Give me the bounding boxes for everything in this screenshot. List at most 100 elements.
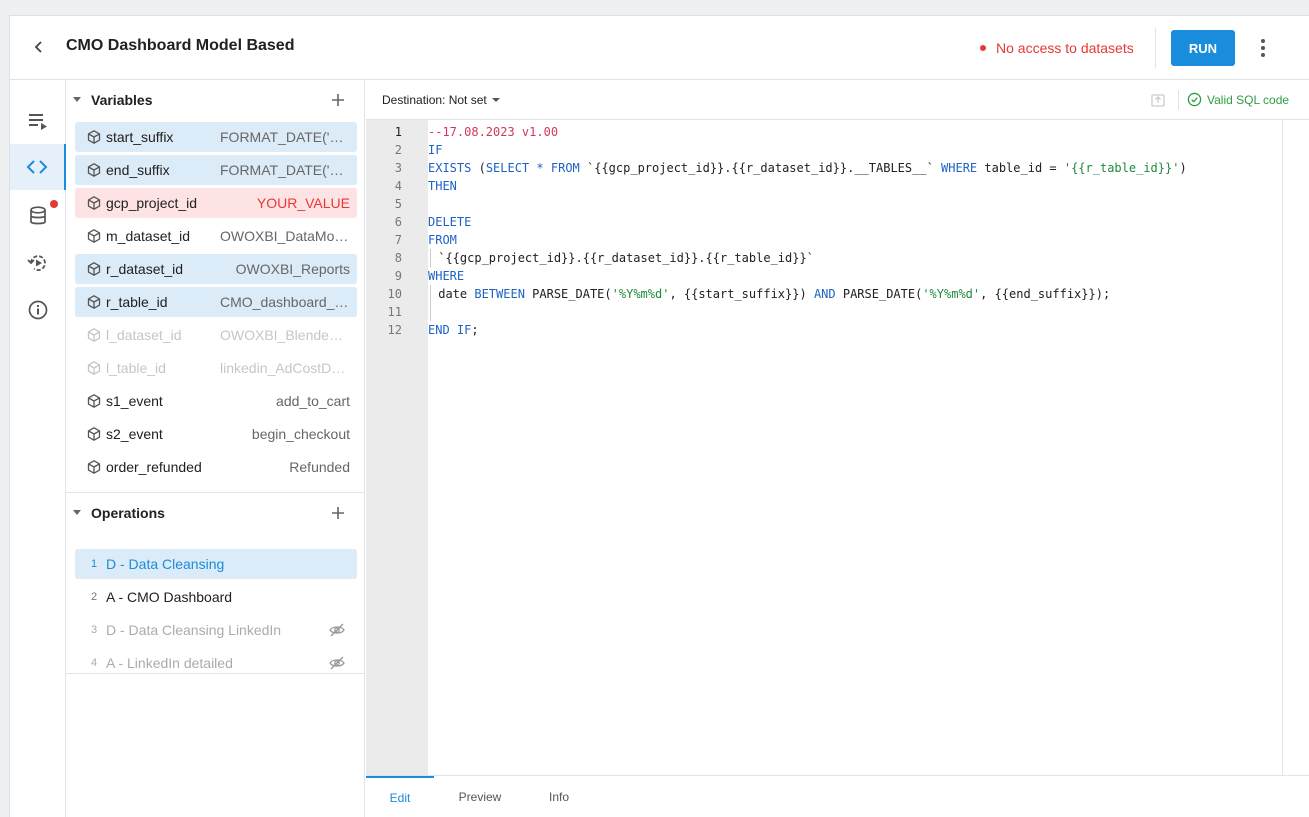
back-button[interactable] bbox=[28, 36, 50, 58]
variable-row-s2-event[interactable]: s2_event begin_checkout bbox=[75, 419, 357, 449]
tab-edit[interactable]: Edit bbox=[366, 776, 434, 817]
caret-down-icon bbox=[73, 97, 81, 102]
variable-row-l-dataset-id[interactable]: l_dataset_id OWOXBI_BlendedData bbox=[75, 320, 357, 350]
variable-name: end_suffix bbox=[106, 162, 170, 178]
operation-name: D - Data Cleansing bbox=[106, 556, 225, 572]
variable-cube-icon bbox=[87, 229, 101, 243]
add-operation-icon[interactable] bbox=[328, 503, 348, 523]
rail-item-code[interactable] bbox=[10, 144, 66, 190]
list-play-icon bbox=[29, 114, 47, 130]
line-number: 5 bbox=[394, 197, 402, 211]
operations-header[interactable]: Operations bbox=[66, 493, 364, 533]
code-line: date BETWEEN PARSE_DATE('%Y%m%d', {{star… bbox=[430, 285, 1111, 303]
code-icon bbox=[26, 160, 48, 174]
variable-row-m-dataset-id[interactable]: m_dataset_id OWOXBI_DataModel bbox=[75, 221, 357, 251]
line-number: 7 bbox=[394, 233, 402, 247]
line-number: 4 bbox=[394, 179, 402, 193]
variable-row-gcp-project-id[interactable]: gcp_project_id YOUR_VALUE bbox=[75, 188, 357, 218]
rail-item-info[interactable] bbox=[10, 287, 66, 333]
operation-row-2[interactable]: 2 A - CMO Dashboard bbox=[75, 582, 357, 612]
editor-tabs: Edit Preview Info bbox=[366, 775, 1309, 817]
variable-row-r-table-id[interactable]: r_table_id CMO_dashboard_model bbox=[75, 287, 357, 317]
section-divider bbox=[66, 673, 364, 674]
line-number: 8 bbox=[394, 251, 402, 265]
rail-item-datasets[interactable] bbox=[10, 193, 66, 239]
operation-name: D - Data Cleansing LinkedIn bbox=[106, 622, 282, 638]
variable-row-l-table-id[interactable]: l_table_id linkedin_AdCostData bbox=[75, 353, 357, 383]
page-title: CMO Dashboard Model Based bbox=[66, 37, 295, 54]
operation-name: A - CMO Dashboard bbox=[106, 589, 233, 605]
operation-row-1[interactable]: 1 D - Data Cleansing bbox=[75, 549, 357, 579]
header-divider bbox=[1155, 28, 1156, 68]
variable-name: m_dataset_id bbox=[106, 228, 191, 244]
editor-toolbar: Destination: Not set Valid SQL code bbox=[366, 80, 1309, 120]
eye-off-icon[interactable] bbox=[328, 654, 346, 672]
variable-cube-icon bbox=[87, 163, 101, 177]
line-number: 11 bbox=[387, 305, 402, 319]
variable-name: l_table_id bbox=[106, 360, 166, 376]
code-line: END IF; bbox=[428, 323, 479, 337]
destination-dropdown[interactable]: Destination: Not set bbox=[382, 93, 500, 107]
variable-value: add_to_cart bbox=[276, 393, 350, 409]
left-panel: Variables start_suffix FORMAT_DATE('%Y%m%… bbox=[66, 80, 365, 817]
variable-value: FORMAT_DATE('%Y%m%d', ... bbox=[220, 129, 350, 145]
variable-row-r-dataset-id[interactable]: r_dataset_id OWOXBI_Reports bbox=[75, 254, 357, 284]
variable-value: linkedin_AdCostData bbox=[220, 360, 350, 376]
line-number-gutter: 1 2 3 4 5 6 7 8 9 10 11 12 bbox=[366, 120, 428, 775]
header: CMO Dashboard Model Based No access to d… bbox=[10, 16, 1309, 80]
line-number: 9 bbox=[394, 269, 402, 283]
export-icon[interactable] bbox=[1150, 92, 1166, 108]
variable-value: Refunded bbox=[289, 459, 350, 475]
code-line: FROM bbox=[428, 233, 457, 247]
line-number: 1 bbox=[394, 125, 402, 139]
code-line: DELETE bbox=[428, 215, 472, 229]
variable-value: begin_checkout bbox=[251, 426, 350, 442]
datasets-alert-badge bbox=[50, 200, 58, 208]
code-line: WHERE bbox=[428, 269, 465, 283]
variable-row-start-suffix[interactable]: start_suffix FORMAT_DATE('%Y%m%d', ... bbox=[75, 122, 357, 152]
code-line: IF bbox=[428, 143, 443, 157]
more-options-icon[interactable] bbox=[1253, 36, 1273, 60]
status-dot-icon bbox=[980, 45, 986, 51]
chevron-left-icon bbox=[34, 41, 42, 53]
add-variable-icon[interactable] bbox=[328, 90, 348, 110]
variable-name: l_dataset_id bbox=[106, 327, 182, 343]
variable-row-s1-event[interactable]: s1_event add_to_cart bbox=[75, 386, 357, 416]
operation-number: 1 bbox=[91, 558, 98, 570]
variable-value: YOUR_VALUE bbox=[256, 195, 350, 211]
caret-down-icon bbox=[73, 510, 81, 515]
eye-off-icon[interactable] bbox=[328, 621, 346, 639]
variable-value: CMO_dashboard_model bbox=[220, 294, 350, 310]
variable-cube-icon bbox=[87, 361, 101, 375]
variable-cube-icon bbox=[87, 460, 101, 474]
variables-header[interactable]: Variables bbox=[66, 80, 364, 120]
sql-editor: Destination: Not set Valid SQL code 1234… bbox=[366, 80, 1309, 817]
operation-row-3[interactable]: 3 D - Data Cleansing LinkedIn bbox=[75, 615, 357, 645]
variable-row-order-refunded[interactable]: order_refunded Refunded bbox=[75, 452, 357, 482]
variable-row-end-suffix[interactable]: end_suffix FORMAT_DATE('%Y%m%d', ... bbox=[75, 155, 357, 185]
toolbar-divider bbox=[1178, 90, 1179, 110]
run-button[interactable]: RUN bbox=[1171, 30, 1235, 66]
rail-item-operations[interactable] bbox=[10, 98, 66, 144]
operation-number: 4 bbox=[91, 657, 98, 669]
code-area[interactable]: --17.08.2023 v1.00 IF EXISTS (SELECT * FRO… bbox=[428, 120, 1282, 775]
tab-preview[interactable]: Preview bbox=[446, 776, 514, 817]
variable-name: r_dataset_id bbox=[106, 261, 184, 277]
rail-item-history[interactable] bbox=[10, 240, 66, 286]
variable-value: OWOXBI_BlendedData bbox=[220, 327, 350, 343]
destination-label: Destination: Not set bbox=[382, 93, 487, 107]
code-line bbox=[428, 303, 431, 321]
variable-name: start_suffix bbox=[106, 129, 174, 145]
variable-value: OWOXBI_Reports bbox=[235, 261, 350, 277]
variable-cube-icon bbox=[87, 196, 101, 210]
validation-text: Valid SQL code bbox=[1207, 92, 1290, 107]
tab-info[interactable]: Info bbox=[526, 776, 592, 817]
line-number: 6 bbox=[394, 215, 402, 229]
variable-value: OWOXBI_DataModel bbox=[220, 228, 350, 244]
line-number: 2 bbox=[394, 143, 402, 157]
editor-scrollbar[interactable] bbox=[1282, 120, 1309, 775]
line-number: 12 bbox=[387, 323, 402, 337]
status-text: No access to datasets bbox=[996, 40, 1134, 56]
operation-number: 3 bbox=[91, 624, 98, 636]
app-window: CMO Dashboard Model Based No access to d… bbox=[9, 15, 1309, 817]
